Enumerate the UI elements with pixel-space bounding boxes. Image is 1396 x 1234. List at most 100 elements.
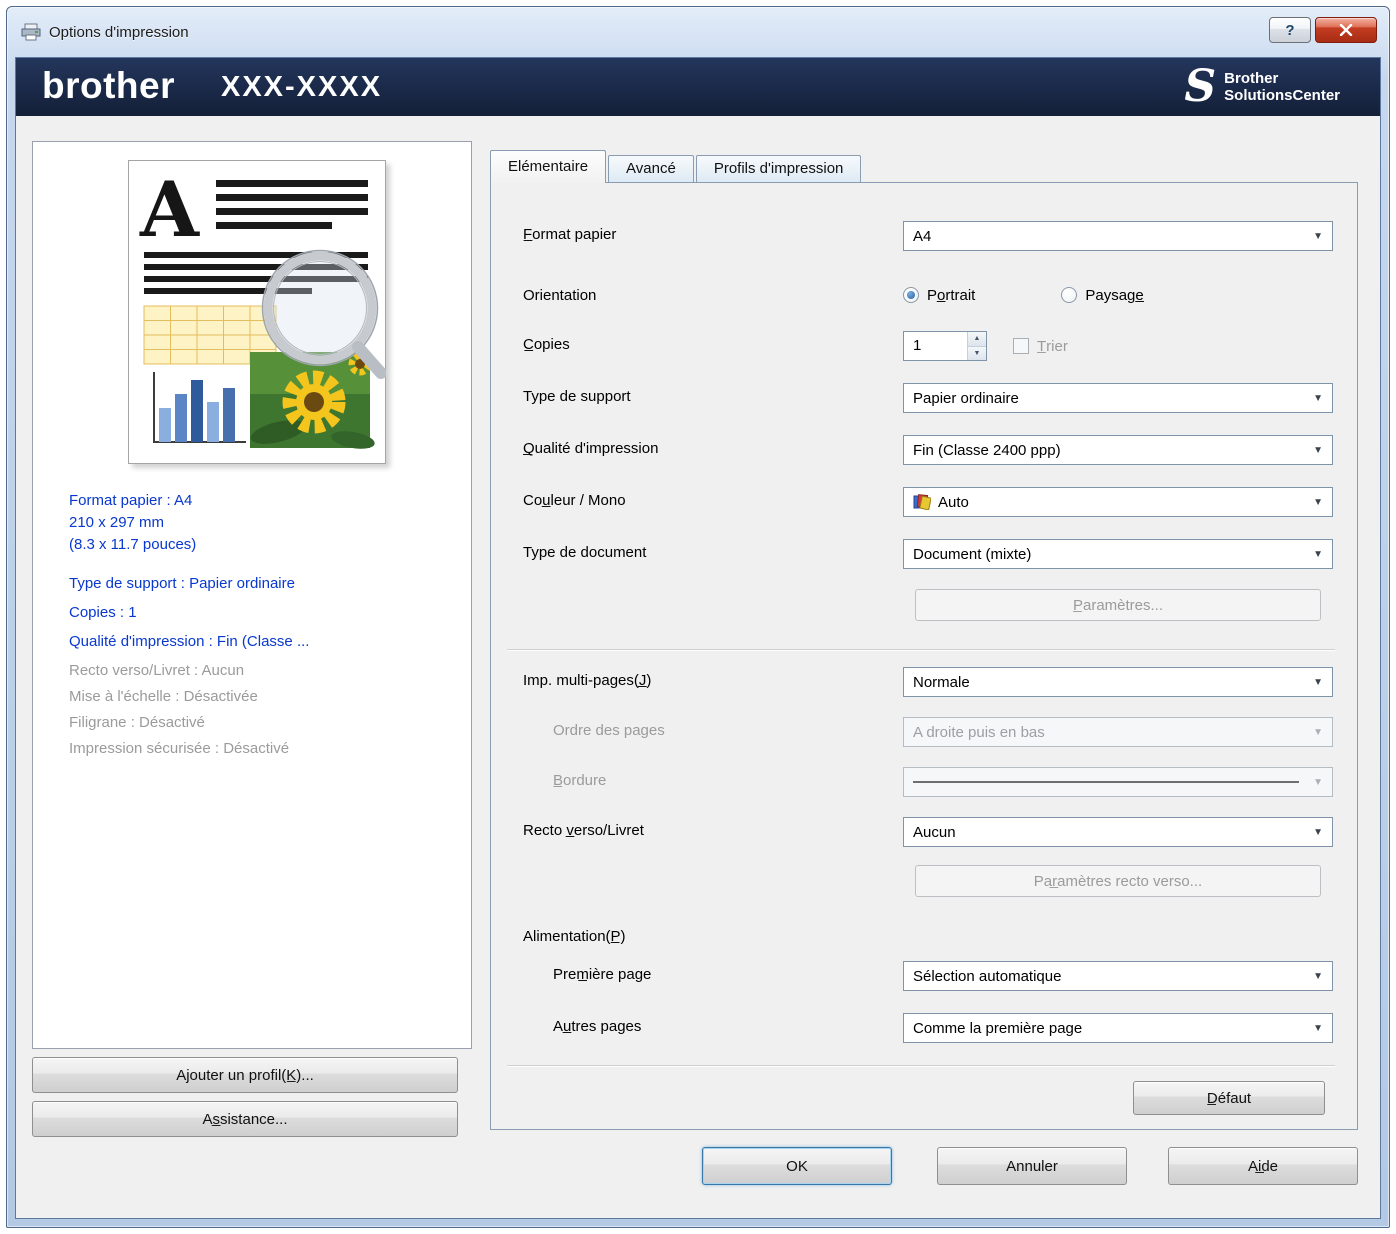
copies-label: C̲opies	[523, 336, 570, 353]
couleur-mono-label: Cou̲leur / Mono	[523, 492, 626, 509]
spinner-up-icon: ▲	[973, 335, 981, 343]
type-support-select[interactable]: Papier ordinaire ▼	[903, 383, 1333, 413]
spinner-down-icon: ▼	[973, 349, 981, 357]
type-document-value: Document (mixte)	[913, 545, 1032, 563]
separator	[507, 1065, 1335, 1067]
close-button[interactable]	[1315, 17, 1377, 43]
copies-spinner-buttons: ▲ ▼	[967, 332, 986, 360]
trier-checkbox[interactable]	[1013, 338, 1029, 354]
svg-text:A: A	[139, 165, 200, 254]
couleur-mono-select[interactable]: Auto ▼	[903, 487, 1333, 517]
orientation-group: Po̲rtrait Paysage̲	[903, 283, 1333, 307]
spinner-up-button[interactable]: ▲	[968, 332, 986, 347]
ordre-pages-select[interactable]: A droite puis en bas ▼	[903, 717, 1333, 747]
type-support-label: Type de support	[523, 388, 631, 405]
dialog-body: brother XXX-XXXX S Brother SolutionsCent…	[15, 57, 1381, 1219]
multi-pages-select[interactable]: Normale ▼	[903, 667, 1333, 697]
titlebar[interactable]: Options d'impression ?	[7, 7, 1389, 57]
close-icon	[1339, 24, 1353, 36]
premiere-page-value: Sélection automatique	[913, 967, 1062, 985]
parametres-button[interactable]: P̲aramètres...	[915, 589, 1321, 621]
copies-spinner[interactable]: 1 ▲ ▼	[903, 331, 987, 361]
ordre-pages-label: Ordre des pages	[553, 722, 665, 739]
ordre-pages-value: A droite puis en bas	[913, 723, 1045, 741]
defaut-button[interactable]: D̲éfaut	[1133, 1081, 1325, 1115]
recto-verso-value: Aucun	[913, 823, 956, 841]
help-button[interactable]: ?	[1269, 17, 1311, 43]
paysage-radio-circle[interactable]	[1061, 287, 1078, 303]
type-support-value: Papier ordinaire	[913, 389, 1019, 407]
tab-elementaire[interactable]: Elémentaire	[490, 150, 607, 183]
couleur-mono-value: Auto	[938, 493, 969, 511]
chevron-down-icon: ▼	[1313, 392, 1323, 404]
multi-pages-value: Normale	[913, 673, 970, 691]
solutions-center-label: Brother SolutionsCenter	[1224, 70, 1340, 104]
window-title: Options d'impression	[49, 23, 189, 41]
recto-verso-select[interactable]: Aucun ▼	[903, 817, 1333, 847]
portrait-radio-circle[interactable]	[903, 287, 919, 303]
bordure-select[interactable]: ▼	[903, 767, 1333, 797]
qualite-impression-select[interactable]: Fin (Classe 2400 ppp) ▼	[903, 435, 1333, 465]
assistance-button[interactable]: As̲sistance...	[32, 1101, 458, 1137]
format-papier-value: A4	[913, 227, 932, 245]
tab-panel-elementaire: F̲ormat papier A4 ▼ Orientation Po̲rtrai…	[490, 182, 1358, 1130]
copies-row: 1 ▲ ▼ T̲rier	[903, 331, 1333, 361]
premiere-page-label: Prem̲ière page	[553, 966, 652, 983]
tab-avance[interactable]: Avancé	[608, 155, 694, 183]
printer-icon	[21, 23, 41, 41]
preview-mise-a-echelle: Mise à l'échelle : Désactivée	[69, 688, 258, 705]
preview-panel: A Format papier: A4 210 x 297 mm (8.3 x…	[32, 141, 472, 1049]
brand-band: brother XXX-XXXX S Brother SolutionsCent…	[16, 58, 1380, 116]
tab-strip: Elémentaire Avancé Profils d'impression	[490, 150, 863, 183]
type-document-select[interactable]: Document (mixte) ▼	[903, 539, 1333, 569]
copies-value[interactable]: 1	[904, 332, 967, 360]
chevron-down-icon: ▼	[1313, 444, 1323, 456]
paysage-radio[interactable]: Paysage̲	[1061, 287, 1144, 304]
brother-logo: brother	[42, 64, 175, 106]
preview-copies: Copies : 1	[69, 604, 137, 621]
preview-qualite: Qualité d'impression : Fin (Classe ...	[69, 633, 310, 650]
print-options-window: Options d'impression ? brother XXX-XXXX	[6, 6, 1390, 1228]
qualite-impression-label: Q̲ualité d'impression	[523, 440, 659, 457]
tab-profils-impression[interactable]: Profils d'impression	[695, 155, 862, 183]
preview-recto-verso: Recto verso/Livret : Aucun	[69, 662, 245, 679]
alimentation-label: Alimentation(P̲)	[523, 928, 626, 945]
annuler-button[interactable]: Annuler	[937, 1147, 1127, 1185]
format-papier-select[interactable]: A4 ▼	[903, 221, 1333, 251]
format-papier-label: F̲ormat papier	[523, 226, 617, 243]
solutions-center-s-logo: S	[1184, 61, 1217, 112]
document-preview-image: A	[128, 160, 387, 464]
multi-pages-label: Imp. multi-pages(J̲)	[523, 672, 652, 689]
chevron-down-icon: ▼	[1313, 776, 1323, 788]
preview-dimensions-pouces: (8.3 x 11.7 pouces)	[69, 536, 197, 553]
chevron-down-icon: ▼	[1313, 726, 1323, 738]
preview-type-support: Type de support : Papier ordinaire	[69, 575, 295, 592]
aide-button[interactable]: Ai̲de	[1168, 1147, 1358, 1185]
chevron-down-icon: ▼	[1313, 676, 1323, 688]
chevron-down-icon: ▼	[1313, 970, 1323, 982]
chevron-down-icon: ▼	[1313, 496, 1323, 508]
preview-info: Format papier : A4 210 x 297 mm (8.3 x 1…	[69, 492, 457, 766]
chevron-down-icon: ▼	[1313, 1022, 1323, 1034]
preview-format-papier: Format papier : A4	[69, 492, 193, 509]
solutions-center-link[interactable]: S Brother SolutionsCenter	[1184, 65, 1354, 109]
premiere-page-select[interactable]: Sélection automatique ▼	[903, 961, 1333, 991]
parametres-recto-verso-button[interactable]: Par̲amètres recto verso...	[915, 865, 1321, 897]
preview-impression-securisee: Impression sécurisée : Désactivé	[69, 740, 290, 757]
model-number: XXX-XXXX	[221, 70, 383, 103]
chevron-down-icon: ▼	[1313, 826, 1323, 838]
autres-pages-select[interactable]: Comme la première page ▼	[903, 1013, 1333, 1043]
preview-filigrane: Filigrane : Désactivé	[69, 714, 205, 731]
trier-label: T̲rier	[1037, 337, 1068, 355]
add-profile-button[interactable]: Ajouter un profil(K̲)...	[32, 1057, 458, 1093]
orientation-label: Orientation	[523, 287, 597, 304]
portrait-radio[interactable]: Po̲rtrait	[903, 287, 975, 304]
portrait-label: Po̲rtrait	[927, 286, 976, 304]
ok-button[interactable]: OK	[702, 1147, 892, 1185]
type-document-label: Type de document	[523, 544, 647, 561]
qualite-impression-value: Fin (Classe 2400 ppp)	[913, 441, 1061, 459]
chevron-down-icon: ▼	[1313, 548, 1323, 560]
dialog-main: A Format papier: A4 210 x 297 mm (8.3 x…	[16, 116, 1380, 1218]
preview-dimensions-mm: 210 x 297 mm	[69, 514, 165, 531]
spinner-down-button[interactable]: ▼	[968, 346, 986, 360]
